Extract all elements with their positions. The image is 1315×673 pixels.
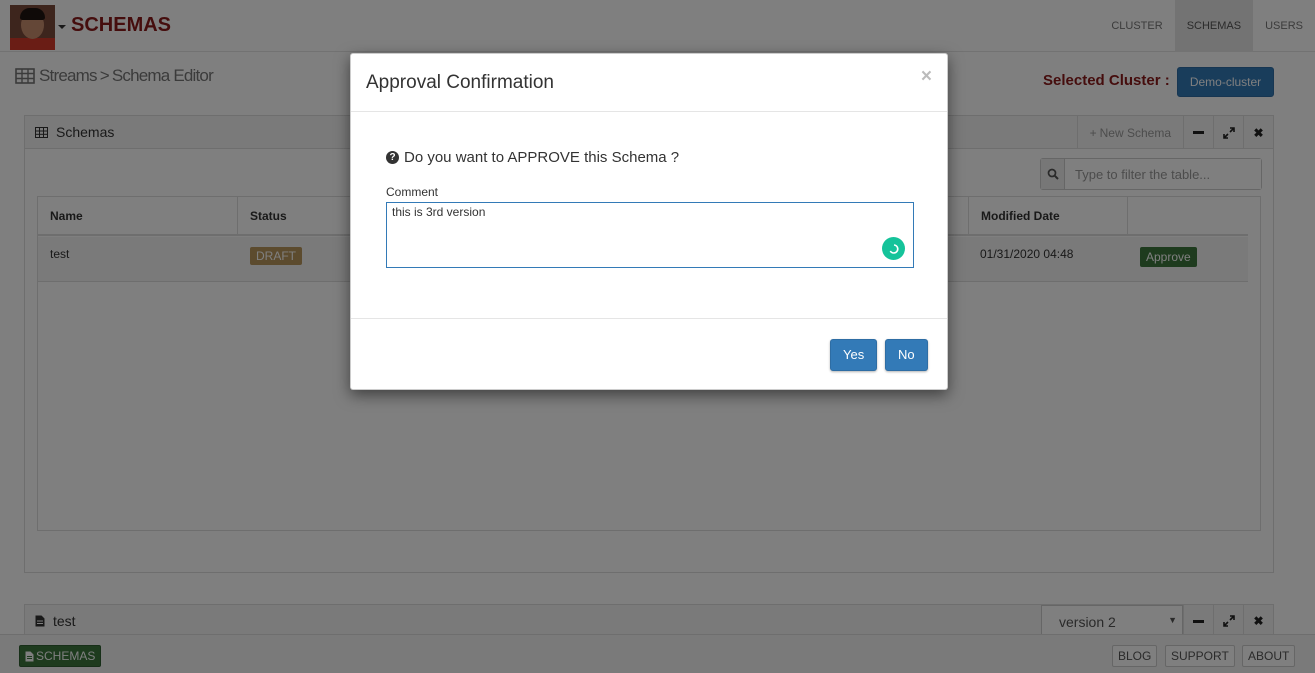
grammarly-glyph-icon xyxy=(889,243,899,254)
comment-field[interactable] xyxy=(386,202,914,268)
close-icon[interactable]: × xyxy=(921,66,932,88)
approval-modal: Approval Confirmation × ? Do you want to… xyxy=(350,53,948,390)
comment-label: Comment xyxy=(386,185,439,199)
modal-footer: Yes No xyxy=(351,318,947,391)
modal-title: Approval Confirmation xyxy=(366,72,554,93)
approval-question-text: Do you want to APPROVE this Schema ? xyxy=(404,149,680,166)
approval-question: ? Do you want to APPROVE this Schema ? xyxy=(386,149,679,166)
grammarly-icon[interactable] xyxy=(882,237,905,260)
no-button[interactable]: No xyxy=(885,339,928,371)
modal-header: Approval Confirmation × xyxy=(351,54,947,112)
question-circle-icon: ? xyxy=(386,151,399,164)
yes-button[interactable]: Yes xyxy=(830,339,878,371)
